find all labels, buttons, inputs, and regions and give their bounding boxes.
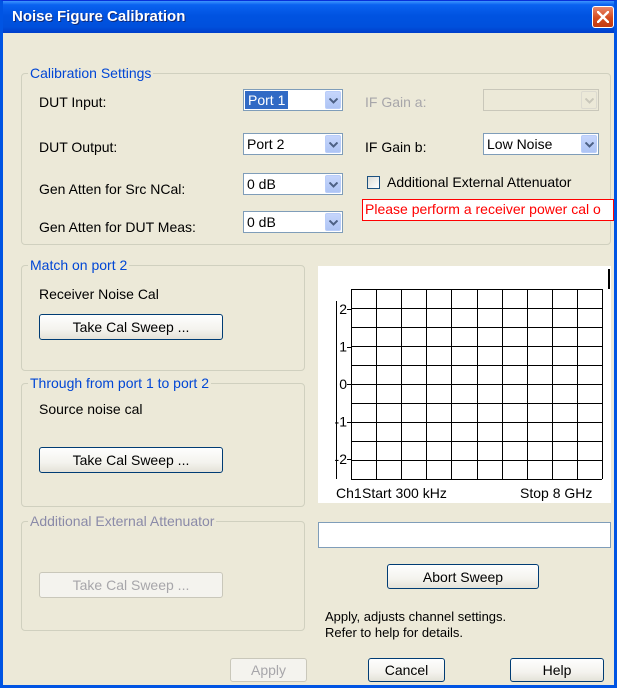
additional-attenuator-label[interactable]: Additional External Attenuator: [387, 174, 571, 190]
if-gain-b-select[interactable]: Low Noise: [483, 133, 599, 155]
apply-button[interactable]: Apply: [230, 658, 307, 682]
y-tick-label: -1: [335, 414, 348, 430]
dut-output-value: Port 2: [247, 136, 285, 152]
plot-footer-start: Start 300 kHz: [362, 485, 447, 501]
abort-sweep-button[interactable]: Abort Sweep: [387, 564, 539, 589]
chevron-down-icon[interactable]: [325, 91, 341, 109]
dut-output-label: DUT Output:: [39, 139, 118, 155]
dut-input-select[interactable]: Port 1: [243, 89, 343, 111]
warning-message: Please perform a receiver power cal o: [362, 199, 614, 221]
dut-input-label: DUT Input:: [39, 94, 107, 110]
cancel-label: Cancel: [384, 662, 429, 678]
if-gain-b-label: IF Gain b:: [365, 139, 427, 155]
if-gain-a-select[interactable]: [483, 89, 599, 111]
y-tick-label: -2: [335, 451, 348, 467]
attenuator-legend: Additional External Attenuator: [28, 513, 217, 529]
window-title: Noise Figure Calibration: [12, 8, 186, 25]
y-tick-label: 1: [339, 339, 347, 355]
info-line-1: Apply, adjusts channel settings.: [325, 609, 507, 624]
plot-cursor: [608, 269, 610, 289]
abort-sweep-label: Abort Sweep: [422, 568, 504, 585]
cancel-button[interactable]: Cancel: [368, 658, 445, 682]
close-button[interactable]: [592, 6, 614, 28]
through-description: Source noise cal: [39, 401, 143, 417]
chevron-down-icon[interactable]: [325, 213, 341, 231]
apply-label: Apply: [250, 662, 287, 678]
plot-footer-stop: Stop 8 GHz: [520, 485, 592, 501]
gen-atten-src-select[interactable]: 0 dB: [243, 173, 343, 195]
gen-atten-dut-select[interactable]: 0 dB: [243, 211, 343, 233]
through-take-cal-sweep-button[interactable]: Take Cal Sweep ...: [39, 447, 223, 473]
calibration-plot: 2 1 0 -1 -2 Ch1 Start 300 kHz Stop 8 GHz: [318, 266, 611, 503]
match-take-cal-sweep-label: Take Cal Sweep ...: [72, 319, 190, 335]
dut-input-value: Port 1: [245, 91, 289, 109]
chevron-down-icon: [581, 91, 597, 109]
if-gain-b-value: Low Noise: [487, 136, 553, 152]
attenuator-take-cal-sweep-label: Take Cal Sweep ...: [72, 577, 190, 593]
match-legend: Match on port 2: [28, 257, 130, 273]
help-button[interactable]: Help: [510, 658, 604, 682]
calibration-settings-legend: Calibration Settings: [28, 65, 154, 81]
y-tick-label: 2: [339, 301, 347, 317]
through-take-cal-sweep-label: Take Cal Sweep ...: [72, 452, 190, 468]
close-icon: [597, 11, 609, 23]
dialog-window: Noise Figure Calibration Calibration Set…: [0, 0, 617, 688]
gen-atten-src-label: Gen Atten for Src NCal:: [39, 181, 186, 197]
chevron-down-icon[interactable]: [581, 135, 597, 153]
plot-canvas: 2 1 0 -1 -2 Ch1 Start 300 kHz Stop 8 GHz: [335, 269, 610, 501]
through-legend: Through from port 1 to port 2: [28, 375, 211, 391]
y-tick-label: 0: [339, 376, 347, 392]
gen-atten-src-value: 0 dB: [247, 176, 276, 192]
match-description: Receiver Noise Cal: [39, 286, 159, 302]
if-gain-a-label: IF Gain a:: [365, 94, 427, 110]
plot-footer-channel: Ch1: [336, 485, 362, 501]
gen-atten-dut-label: Gen Atten for DUT Meas:: [39, 219, 196, 235]
plot-grid: [336, 289, 603, 480]
attenuator-take-cal-sweep-button[interactable]: Take Cal Sweep ...: [39, 572, 223, 598]
match-take-cal-sweep-button[interactable]: Take Cal Sweep ...: [39, 314, 223, 340]
title-bar[interactable]: Noise Figure Calibration: [3, 1, 614, 33]
status-field[interactable]: [318, 522, 611, 548]
help-label: Help: [542, 662, 572, 678]
gen-atten-dut-value: 0 dB: [247, 214, 276, 230]
chevron-down-icon[interactable]: [325, 135, 341, 153]
chevron-down-icon[interactable]: [325, 175, 341, 193]
additional-attenuator-checkbox[interactable]: [367, 176, 380, 189]
dut-output-select[interactable]: Port 2: [243, 133, 343, 155]
info-line-2: Refer to help for details.: [325, 625, 464, 640]
